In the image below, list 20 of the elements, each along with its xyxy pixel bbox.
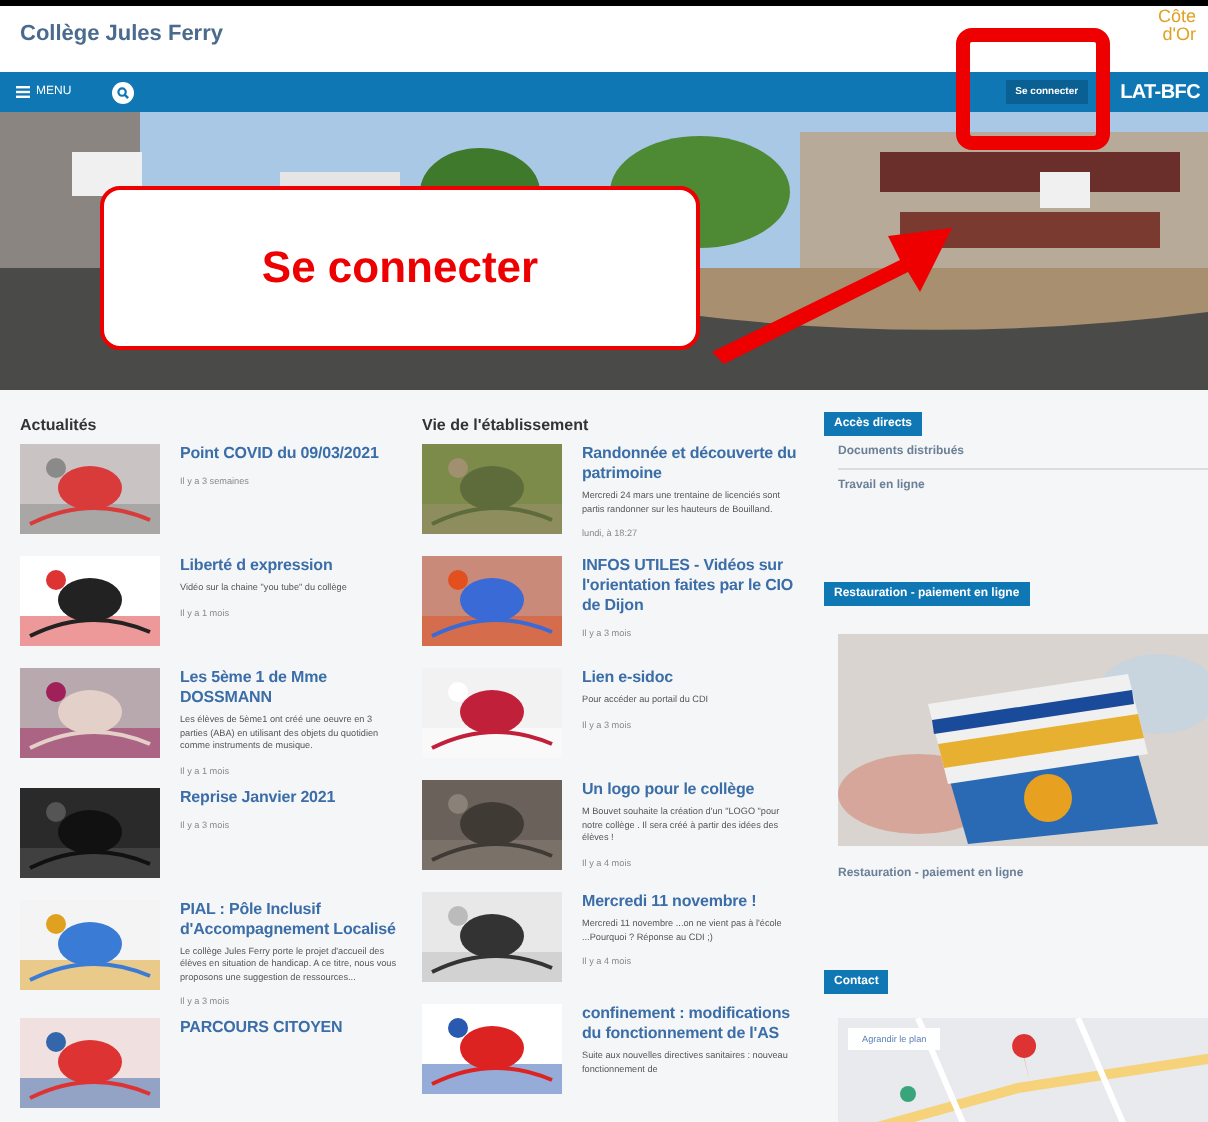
article-title[interactable]: Reprise Janvier 2021	[180, 787, 400, 807]
article-title[interactable]: PIAL : Pôle Inclusif d'Accompagnement Localisé	[180, 899, 400, 939]
section-heading: Actualités	[20, 416, 99, 434]
article-title[interactable]: INFOS UTILES - Vidéos sur l'orientation faites par le CIO de Dijon	[582, 556, 802, 616]
callout-box: Se connecter	[100, 186, 700, 350]
article-title[interactable]: Point COVID du 09/03/2021	[180, 444, 400, 464]
search-icon[interactable]	[111, 81, 134, 103]
article-title[interactable]: confinement : modifications du fonctionnement de l'AS	[582, 1004, 802, 1044]
logo-text: Côte d'Or	[1157, 8, 1196, 44]
site-title: Collège Jules Ferry	[20, 22, 223, 50]
menu-icon	[16, 86, 30, 98]
section-heading: Vie de l'établissement	[422, 416, 591, 434]
brand-logo: LAT-BFC	[1120, 81, 1200, 103]
article-title[interactable]: Liberté d expression	[180, 556, 400, 576]
article-title[interactable]: Lien e-sidoc	[582, 668, 802, 688]
article-title[interactable]: Mercredi 11 novembre !	[582, 892, 802, 912]
article-title[interactable]: Un logo pour le collège	[582, 780, 802, 800]
article-title[interactable]: Les 5ème 1 de Mme DOSSMANN	[180, 668, 400, 708]
article-title[interactable]: PARCOURS CITOYEN	[180, 1018, 400, 1038]
article-title[interactable]: Randonnée et découverte du patrimoine	[582, 444, 802, 484]
